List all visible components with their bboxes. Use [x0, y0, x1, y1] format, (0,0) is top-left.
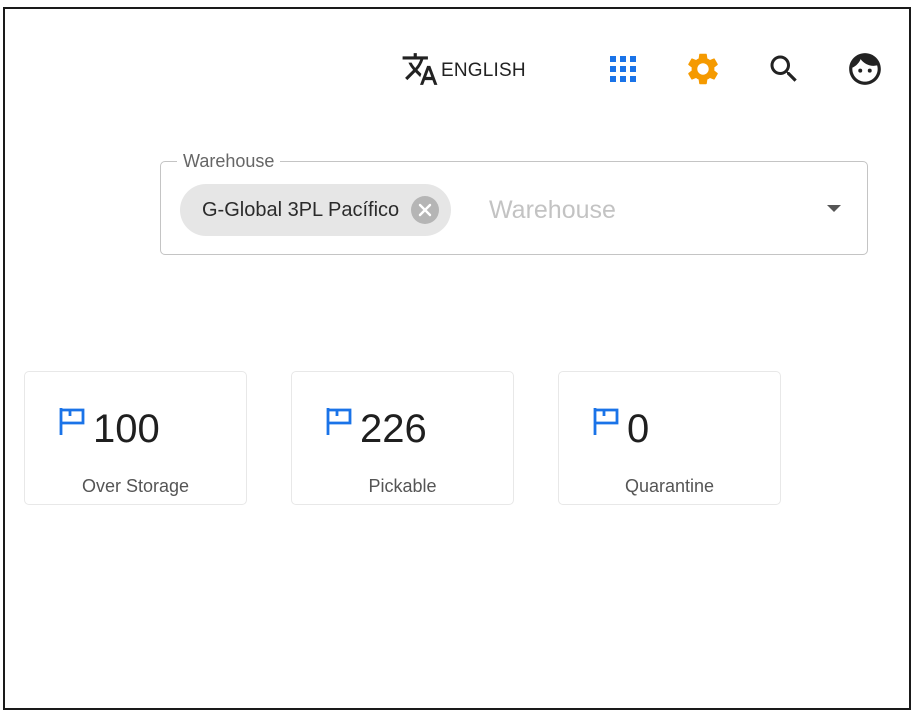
language-selector[interactable]: ENGLISH [401, 52, 526, 89]
apps-grid-icon [608, 54, 638, 89]
settings-button[interactable] [681, 49, 725, 93]
warehouse-dropdown-toggle[interactable] [819, 194, 849, 224]
gear-icon [684, 50, 722, 93]
stat-value: 226 [360, 407, 427, 451]
translate-icon [401, 50, 439, 93]
account-button[interactable] [843, 49, 887, 93]
stat-card-quarantine[interactable]: 0 Quarantine [558, 371, 781, 505]
flag-icon [592, 406, 620, 441]
search-icon [766, 51, 802, 92]
stat-label: Over Storage [81, 476, 190, 496]
stat-card-over-storage[interactable]: 100 Over Storage [24, 371, 247, 505]
apps-button[interactable] [601, 49, 645, 93]
top-toolbar: ENGLISH [5, 9, 909, 127]
close-icon [418, 203, 432, 217]
arrow-drop-down-icon [827, 205, 841, 212]
selected-warehouse-chip: G-Global 3PL Pacífico [180, 184, 452, 236]
face-icon [846, 50, 884, 93]
language-label: ENGLISH [441, 60, 526, 81]
flag-icon [325, 406, 353, 441]
chip-remove-button[interactable] [411, 196, 440, 224]
search-button[interactable] [762, 49, 806, 93]
stat-value: 0 [627, 407, 650, 451]
stat-value: 100 [93, 407, 160, 451]
stat-card-pickable[interactable]: 226 Pickable [291, 371, 514, 505]
chip-label: G-Global 3PL Pacífico [202, 198, 400, 221]
warehouse-input[interactable] [489, 192, 799, 228]
stat-label: Quarantine [624, 476, 715, 496]
stat-label: Pickable [368, 476, 437, 496]
warehouse-field-label: Warehouse [177, 151, 281, 172]
flag-icon [58, 406, 86, 441]
warehouse-select[interactable]: Warehouse G-Global 3PL Pacífico [160, 151, 868, 255]
app-window: ENGLISH Warehouse G-Global 3PL Pacífico … [3, 7, 911, 710]
